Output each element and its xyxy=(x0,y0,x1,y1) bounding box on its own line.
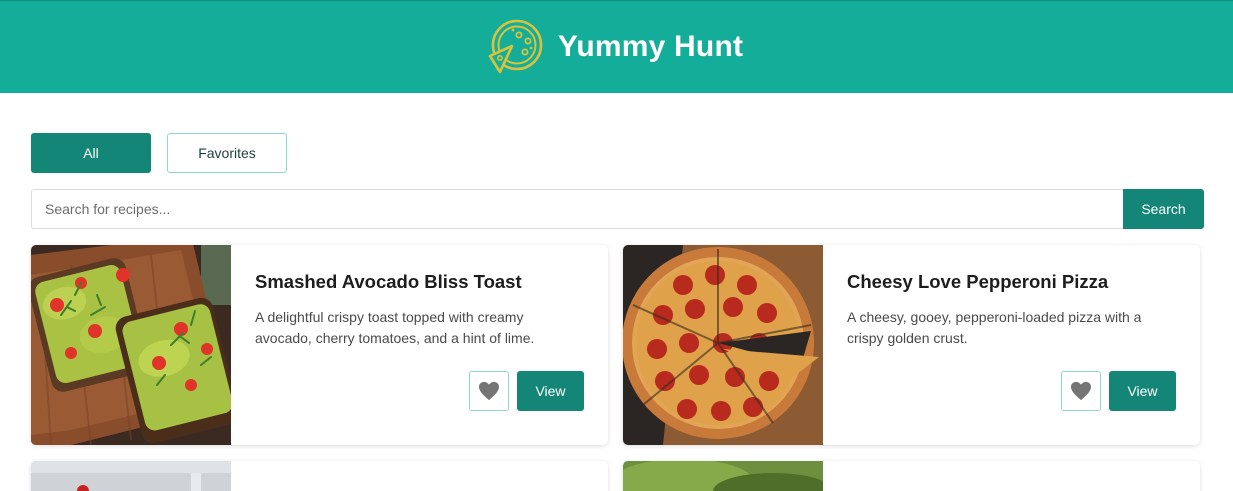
recipe-image xyxy=(623,245,823,445)
heart-icon xyxy=(479,381,499,401)
filter-tabs: All Favorites xyxy=(31,133,287,173)
recipe-title[interactable]: Smashed Avocado Bliss Toast xyxy=(255,271,584,293)
brand[interactable]: Yummy Hunt xyxy=(486,18,743,76)
recipe-description: A cheesy, gooey, pepperoni-loaded pizza … xyxy=(847,309,1142,346)
recipe-image xyxy=(31,245,231,445)
recipe-content: Cheesy Love Pepperoni Pizza A cheesy, go… xyxy=(823,245,1200,445)
recipe-image xyxy=(623,461,833,491)
search-bar: Search xyxy=(31,189,1204,229)
recipe-card: Smashed Avocado Bliss Toast A delightful… xyxy=(31,245,608,445)
avocado-toast-image xyxy=(31,245,231,445)
app-title: Yummy Hunt xyxy=(557,30,744,63)
app-header: Yummy Hunt xyxy=(0,0,1233,93)
heart-icon xyxy=(1071,381,1091,401)
recipe-card-partial xyxy=(31,461,608,491)
favorite-button[interactable] xyxy=(469,371,509,411)
favorite-button[interactable] xyxy=(1061,371,1101,411)
recipe-description: A delightful crispy toast topped with cr… xyxy=(255,309,535,346)
view-button[interactable]: View xyxy=(517,371,584,411)
recipe-image xyxy=(31,461,231,491)
search-input[interactable] xyxy=(31,189,1123,229)
pizza-icon xyxy=(488,19,543,74)
search-button[interactable]: Search xyxy=(1123,189,1204,229)
recipe-actions: View xyxy=(1061,371,1176,411)
pepperoni-pizza-image xyxy=(623,245,823,445)
view-button[interactable]: View xyxy=(1109,371,1176,411)
filter-favorites-button[interactable]: Favorites xyxy=(167,133,287,173)
filter-all-button[interactable]: All xyxy=(31,133,151,173)
recipe-card-partial xyxy=(623,461,1200,491)
recipe-actions: View xyxy=(469,371,584,411)
recipe-title[interactable]: Cheesy Love Pepperoni Pizza xyxy=(847,271,1176,293)
recipe-content: Smashed Avocado Bliss Toast A delightful… xyxy=(231,245,608,445)
recipe-card: Cheesy Love Pepperoni Pizza A cheesy, go… xyxy=(623,245,1200,445)
